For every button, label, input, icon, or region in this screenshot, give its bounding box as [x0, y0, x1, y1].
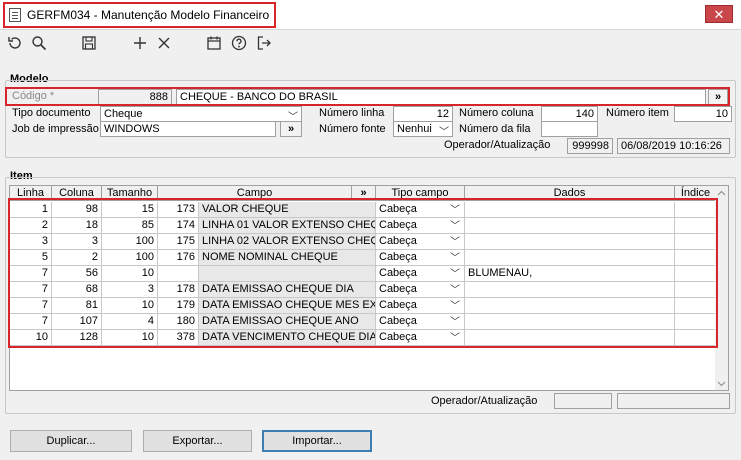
calendar-icon[interactable]: [205, 34, 223, 52]
grid-highlight: [8, 198, 718, 348]
title-highlight: GERFM034 - Manutenção Modelo Financeiro: [3, 2, 276, 28]
job-impressao-field[interactable]: WINDOWS: [100, 121, 276, 137]
delete-icon[interactable]: [155, 34, 173, 52]
tipo-documento-select[interactable]: Cheque ﹀: [100, 106, 302, 123]
job-nav-button[interactable]: »: [280, 121, 302, 137]
numero-item-field[interactable]: 10: [674, 106, 732, 122]
numero-item-label: Número item: [606, 107, 669, 119]
codigo-highlight: [5, 87, 730, 106]
numero-coluna-field[interactable]: 140: [541, 106, 598, 122]
refresh-icon[interactable]: [6, 34, 24, 52]
item-atualizacao-field: [617, 393, 730, 409]
document-icon: [9, 8, 21, 22]
job-impressao-label: Job de impressão: [12, 123, 99, 135]
add-icon[interactable]: [131, 34, 149, 52]
atualizacao-field: 06/08/2019 10:16:26: [617, 138, 730, 154]
tipo-documento-label: Tipo documento: [12, 107, 91, 119]
duplicar-button[interactable]: Duplicar...: [10, 430, 132, 452]
numero-fonte-value: Nenhui: [397, 123, 432, 135]
numero-fonte-label: Número fonte: [319, 123, 386, 135]
close-button[interactable]: ✕: [705, 5, 733, 23]
numero-fonte-select[interactable]: Nenhui ﹀: [393, 121, 453, 138]
numero-fila-field[interactable]: [541, 121, 598, 137]
save-icon[interactable]: [80, 34, 98, 52]
tipo-documento-value: Cheque: [104, 108, 143, 120]
numero-fila-label: Número da fila: [459, 123, 531, 135]
window-title: GERFM034 - Manutenção Modelo Financeiro: [27, 8, 270, 22]
toolbar: [0, 30, 741, 58]
help-icon[interactable]: [230, 34, 248, 52]
chevron-down-icon: ﹀: [439, 127, 449, 138]
exportar-button[interactable]: Exportar...: [143, 430, 252, 452]
title-bar: GERFM034 - Manutenção Modelo Financeiro …: [0, 0, 741, 30]
operador-field: 999998: [567, 138, 613, 154]
item-operador-field: [554, 393, 612, 409]
numero-coluna-label: Número coluna: [459, 107, 534, 119]
exit-icon[interactable]: [255, 34, 273, 52]
item-operador-label: Operador/Atualização: [431, 395, 538, 407]
importar-button[interactable]: Importar...: [262, 430, 372, 452]
numero-linha-label: Número linha: [319, 107, 385, 119]
operador-label: Operador/Atualização: [444, 139, 551, 151]
search-icon[interactable]: [30, 34, 48, 52]
numero-linha-field[interactable]: 12: [393, 106, 453, 122]
